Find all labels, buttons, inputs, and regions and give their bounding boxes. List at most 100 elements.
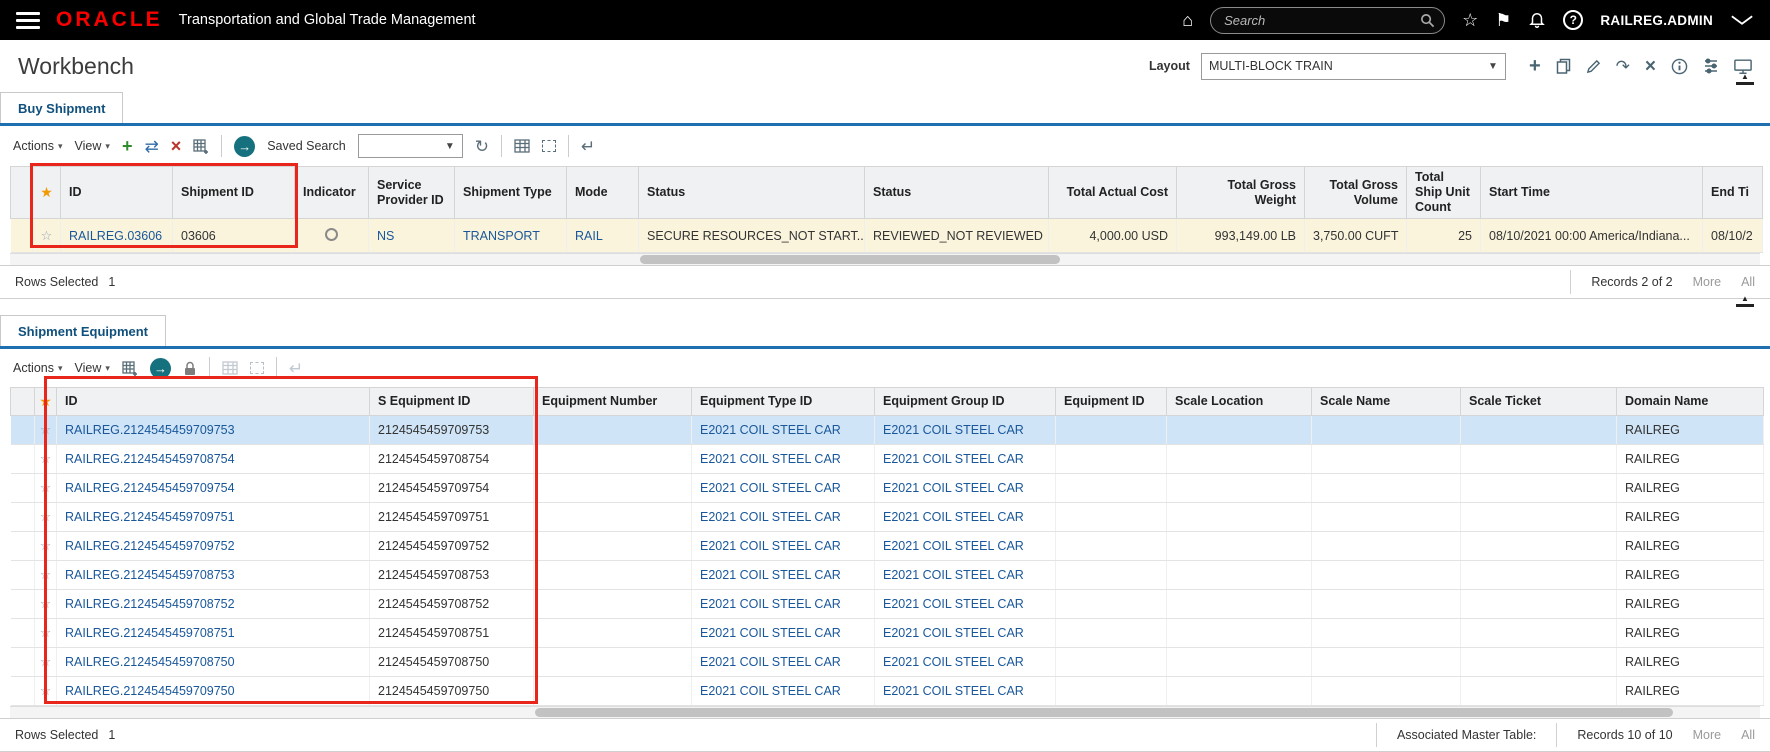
equipment-id-link-link[interactable]: RAILREG.2124545459708754: [65, 452, 235, 466]
equipment-group-id-link[interactable]: E2021 COIL STEEL CAR: [883, 452, 1024, 466]
equipment-id-link-cell[interactable]: RAILREG.2124545459709751: [56, 502, 370, 532]
go-icon[interactable]: →: [149, 357, 171, 379]
favorite-star-icon[interactable]: ★: [32, 166, 61, 219]
transfer-arrows-icon[interactable]: ⇄: [144, 138, 158, 155]
row-star-icon[interactable]: ☆: [34, 502, 57, 532]
row-star-icon[interactable]: ☆: [34, 560, 57, 590]
equipment-group-id-cell[interactable]: E2021 COIL STEEL CAR: [874, 502, 1056, 532]
collapse-panel-icon[interactable]: ▲: [1736, 294, 1754, 307]
equipment-row[interactable]: ☆ RAILREG.2124545459708751 212454545970875…: [10, 618, 1764, 648]
actions-menu[interactable]: Actions ▾: [13, 361, 63, 375]
equipment-group-id-cell[interactable]: E2021 COIL STEEL CAR: [874, 647, 1056, 677]
favorite-star-icon[interactable]: ★: [34, 387, 57, 416]
equipment-type-id-cell[interactable]: E2021 COIL STEEL CAR: [691, 589, 875, 619]
equipment-group-id-link[interactable]: E2021 COIL STEEL CAR: [883, 626, 1024, 640]
service-provider-link[interactable]: NS: [377, 229, 394, 243]
col-scale-location[interactable]: Scale Location: [1166, 387, 1312, 416]
equipment-row[interactable]: ☆ RAILREG.2124545459708753 212454545970875…: [10, 560, 1764, 590]
col-scale-name[interactable]: Scale Name: [1311, 387, 1461, 416]
mode-cell[interactable]: RAIL: [566, 218, 639, 253]
equipment-group-id-cell[interactable]: E2021 COIL STEEL CAR: [874, 676, 1056, 706]
equipment-group-id-cell[interactable]: E2021 COIL STEEL CAR: [874, 618, 1056, 648]
equipment-group-id-link[interactable]: E2021 COIL STEEL CAR: [883, 481, 1024, 495]
tab-buy-shipment[interactable]: Buy Shipment: [0, 92, 124, 123]
row-star-icon[interactable]: ☆: [34, 676, 57, 706]
layout-select[interactable]: MULTI-BLOCK TRAIN ▼: [1200, 52, 1506, 80]
tab-shipment-equipment[interactable]: Shipment Equipment: [0, 315, 166, 346]
col-domain-name[interactable]: Domain Name: [1616, 387, 1764, 416]
grid-edit-icon[interactable]: [122, 360, 138, 376]
equipment-type-id-link[interactable]: E2021 COIL STEEL CAR: [700, 597, 841, 611]
equipment-group-id-cell[interactable]: E2021 COIL STEEL CAR: [874, 531, 1056, 561]
equipment-id-link-link[interactable]: RAILREG.2124545459709750: [65, 684, 235, 698]
redo-icon[interactable]: ↷: [1616, 58, 1630, 75]
equipment-id-link-link[interactable]: RAILREG.2124545459708753: [65, 568, 235, 582]
col-total-ship-unit-count[interactable]: Total Ship Unit Count: [1406, 166, 1481, 219]
equipment-type-id-link[interactable]: E2021 COIL STEEL CAR: [700, 568, 841, 582]
close-layout-icon[interactable]: ×: [1645, 57, 1656, 76]
equipment-row[interactable]: ☆ RAILREG.2124545459708750 212454545970875…: [10, 647, 1764, 677]
copy-layout-icon[interactable]: [1556, 58, 1571, 74]
equipment-id-link-link[interactable]: RAILREG.2124545459709753: [65, 423, 235, 437]
help-icon[interactable]: ?: [1563, 10, 1584, 30]
equipment-group-id-link[interactable]: E2021 COIL STEEL CAR: [883, 597, 1024, 611]
equipment-type-id-cell[interactable]: E2021 COIL STEEL CAR: [691, 531, 875, 561]
equipment-row[interactable]: ☆ RAILREG.2124545459709750 212454545970975…: [10, 676, 1764, 706]
col-status-2[interactable]: Status: [864, 166, 1049, 219]
equipment-id-link-link[interactable]: RAILREG.2124545459708752: [65, 597, 235, 611]
table-icon[interactable]: [222, 361, 238, 375]
equipment-group-id-cell[interactable]: E2021 COIL STEEL CAR: [874, 444, 1056, 474]
select-region-icon[interactable]: [249, 362, 264, 374]
service-provider-cell[interactable]: NS: [368, 218, 455, 253]
col-id[interactable]: ID: [60, 166, 173, 219]
scrollbar-thumb[interactable]: [640, 255, 1060, 264]
equipment-id-link-cell[interactable]: RAILREG.2124545459709754: [56, 473, 370, 503]
user-menu-chevron-icon[interactable]: [1730, 14, 1754, 26]
go-icon[interactable]: →: [234, 135, 256, 157]
equipment-group-id-link[interactable]: E2021 COIL STEEL CAR: [883, 539, 1024, 553]
equipment-type-id-link[interactable]: E2021 COIL STEEL CAR: [700, 684, 841, 698]
search-icon[interactable]: [1420, 13, 1435, 31]
col-end-time[interactable]: End Ti: [1702, 166, 1763, 219]
equipment-type-id-cell[interactable]: E2021 COIL STEEL CAR: [691, 444, 875, 474]
equipment-id-link-link[interactable]: RAILREG.2124545459709752: [65, 539, 235, 553]
settings-sliders-icon[interactable]: [1703, 58, 1719, 74]
menu-icon[interactable]: [16, 8, 40, 32]
all-link[interactable]: All: [1741, 275, 1755, 289]
equipment-row[interactable]: ☆ RAILREG.2124545459709751 212454545970975…: [10, 502, 1764, 532]
equipment-type-id-link[interactable]: E2021 COIL STEEL CAR: [700, 423, 841, 437]
equipment-id-link-link[interactable]: RAILREG.2124545459709754: [65, 481, 235, 495]
row-star-icon[interactable]: ☆: [34, 647, 57, 677]
equipment-id-link-cell[interactable]: RAILREG.2124545459709753: [56, 415, 370, 445]
all-link[interactable]: All: [1741, 728, 1755, 742]
horizontal-scrollbar[interactable]: [10, 706, 1760, 718]
col-indicator[interactable]: Indicator: [294, 166, 369, 219]
equipment-type-id-link[interactable]: E2021 COIL STEEL CAR: [700, 452, 841, 466]
col-equipment-number[interactable]: Equipment Number: [533, 387, 692, 416]
col-service-provider-id[interactable]: Service Provider ID: [368, 166, 455, 219]
equipment-type-id-cell[interactable]: E2021 COIL STEEL CAR: [691, 502, 875, 532]
horizontal-scrollbar[interactable]: [10, 253, 1760, 265]
equipment-type-id-link[interactable]: E2021 COIL STEEL CAR: [700, 626, 841, 640]
equipment-type-id-cell[interactable]: E2021 COIL STEEL CAR: [691, 647, 875, 677]
mode-link[interactable]: RAIL: [575, 229, 603, 243]
table-icon[interactable]: [514, 139, 530, 153]
equipment-id-link-cell[interactable]: RAILREG.2124545459708750: [56, 647, 370, 677]
add-icon[interactable]: +: [122, 137, 133, 155]
equipment-row[interactable]: ☆ RAILREG.2124545459709752 212454545970975…: [10, 531, 1764, 561]
equipment-id-link-cell[interactable]: RAILREG.2124545459709752: [56, 531, 370, 561]
col-total-actual-cost[interactable]: Total Actual Cost: [1048, 166, 1177, 219]
equipment-group-id-link[interactable]: E2021 COIL STEEL CAR: [883, 423, 1024, 437]
equipment-row[interactable]: ☆ RAILREG.2124545459708752 212454545970875…: [10, 589, 1764, 619]
equipment-id-link-link[interactable]: RAILREG.2124545459708751: [65, 626, 235, 640]
info-icon[interactable]: [1671, 58, 1688, 75]
view-menu[interactable]: View ▾: [75, 139, 110, 153]
shipment-id-link[interactable]: RAILREG.03606: [69, 229, 162, 243]
username[interactable]: RAILREG.ADMIN: [1600, 13, 1713, 28]
equipment-group-id-cell[interactable]: E2021 COIL STEEL CAR: [874, 560, 1056, 590]
grid-edit-icon[interactable]: [193, 138, 209, 154]
col-total-gross-weight[interactable]: Total Gross Weight: [1176, 166, 1305, 219]
view-menu[interactable]: View ▾: [75, 361, 110, 375]
row-star-icon[interactable]: ☆: [34, 473, 57, 503]
equipment-group-id-link[interactable]: E2021 COIL STEEL CAR: [883, 568, 1024, 582]
